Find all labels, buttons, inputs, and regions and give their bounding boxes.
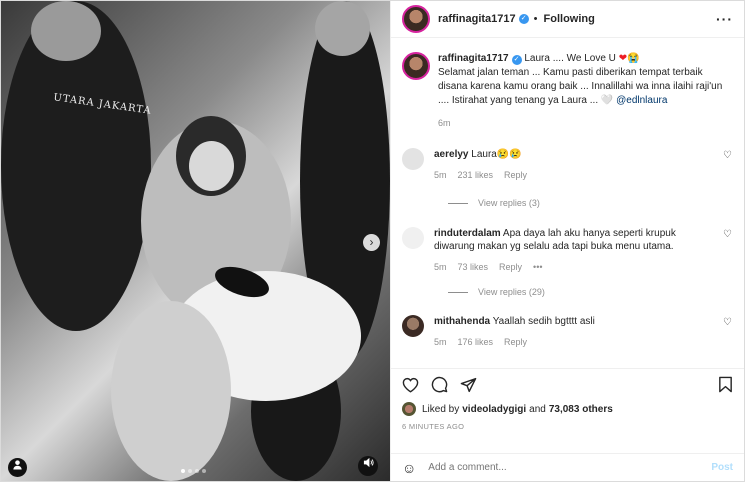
post-header: raffinagita1717 ✓ • Following ···: [391, 1, 744, 38]
caption-time: 6m: [438, 118, 451, 128]
author-username[interactable]: raffinagita1717: [438, 13, 516, 25]
carousel-dots: [181, 469, 206, 473]
person-left-face: [31, 1, 101, 61]
comment-time[interactable]: 5m: [434, 261, 447, 274]
comment-meta: 5m 176 likes Reply: [434, 336, 712, 349]
emoji-icon[interactable]: ☺: [402, 460, 416, 476]
person-icon: [13, 460, 22, 470]
comment-likes[interactable]: 73 likes: [458, 261, 489, 274]
liked-by: Liked by videoladygigi and 73,083 others: [402, 402, 733, 416]
post-caption: raffinagita1717 ✓ Laura .... We Love U ❤😭…: [391, 38, 744, 130]
caption-body: raffinagita1717 ✓ Laura .... We Love U ❤😭…: [438, 52, 733, 130]
comment-item: rinduterdalam Apa daya lah aku hanya sep…: [402, 227, 732, 274]
carousel-dot: [188, 469, 192, 473]
comment-avatar[interactable]: [402, 315, 424, 337]
comment-avatar[interactable]: [402, 227, 424, 249]
speaker-icon: [363, 457, 374, 468]
comment-text: Yaallah sedih bgtttt asli: [492, 316, 595, 327]
comment-avatar[interactable]: [402, 148, 424, 170]
more-options-icon[interactable]: •••: [533, 261, 542, 274]
comment-username[interactable]: aerelyy: [434, 149, 468, 160]
view-replies-button[interactable]: View replies (3): [448, 198, 540, 208]
separator-dot: •: [533, 13, 538, 25]
comment-input[interactable]: [428, 462, 712, 473]
heart-outline-icon[interactable]: ♡: [723, 317, 732, 328]
comment-likes[interactable]: 176 likes: [458, 336, 494, 349]
reply-button[interactable]: Reply: [504, 169, 527, 182]
liker-avatar[interactable]: [402, 402, 416, 416]
comment-likes[interactable]: 231 likes: [458, 169, 494, 182]
carousel-dot: [202, 469, 206, 473]
caption-title: Laura .... We Love U: [524, 53, 619, 64]
comment-main: aerelyy Laura😢😢 5m 231 likes Reply: [434, 148, 712, 182]
comment-text: Laura😢😢: [471, 149, 522, 160]
comment-icon[interactable]: [431, 376, 448, 393]
caption-text: Selamat jalan teman ... Kamu pasti diber…: [438, 67, 723, 106]
liked-by-and: and: [529, 403, 546, 415]
verified-icon: ✓: [511, 55, 522, 65]
person-center-face: [189, 141, 234, 191]
liked-by-user[interactable]: videoladygigi: [462, 404, 526, 415]
comment-main: rinduterdalam Apa daya lah aku hanya sep…: [434, 227, 712, 274]
reply-button[interactable]: Reply: [499, 261, 522, 274]
share-icon[interactable]: [460, 377, 477, 393]
chevron-right-icon[interactable]: ›: [363, 234, 380, 251]
add-comment-bar: ☺ Post: [391, 453, 744, 481]
comment-time[interactable]: 5m: [434, 169, 447, 182]
person-right-face: [315, 1, 370, 56]
comment-main: mithahenda Yaallah sedih bgtttt asli 5m …: [434, 315, 712, 349]
liked-by-prefix: Liked by: [422, 403, 460, 415]
comment-item: mithahenda Yaallah sedih bgtttt asli 5m …: [402, 315, 732, 349]
post-timestamp[interactable]: 6 MINUTES AGO: [402, 422, 733, 431]
comment-username[interactable]: mithahenda: [434, 316, 490, 327]
action-icons: [402, 376, 733, 393]
post-button[interactable]: Post: [711, 462, 733, 473]
view-replies-label: View replies (3): [478, 198, 540, 208]
comment-username[interactable]: rinduterdalam: [434, 228, 501, 239]
view-replies-button[interactable]: View replies (29): [448, 287, 545, 297]
following-button[interactable]: Following: [544, 13, 595, 25]
carousel-dot: [181, 469, 185, 473]
more-horizontal-icon[interactable]: ···: [716, 11, 733, 27]
carousel-dot: [195, 469, 199, 473]
comment-item: aerelyy Laura😢😢 5m 231 likes Reply ♡: [402, 148, 732, 182]
post-media[interactable]: UTARA JAKARTA ›: [1, 1, 390, 481]
bookmark-icon[interactable]: [718, 376, 733, 393]
post-sidebar: raffinagita1717 ✓ • Following ··· raffin…: [390, 1, 744, 481]
caption-avatar[interactable]: [402, 52, 430, 80]
comment-meta: 5m 73 likes Reply •••: [434, 261, 712, 274]
author-avatar[interactable]: [402, 5, 430, 33]
post-window: UTARA JAKARTA › raffinagita1717 ✓ • Foll…: [0, 0, 745, 482]
like-heart-icon[interactable]: [402, 377, 419, 393]
caption-emojis: ❤😭: [618, 53, 640, 64]
comment-meta: 5m 231 likes Reply: [434, 169, 712, 182]
sound-icon[interactable]: [358, 456, 378, 476]
foreground-hand: [111, 301, 231, 481]
heart-outline-icon[interactable]: ♡: [723, 150, 732, 161]
caption-username[interactable]: raffinagita1717: [438, 53, 509, 64]
liked-by-count[interactable]: 73,083 others: [549, 404, 613, 415]
divider: [448, 291, 468, 293]
verified-icon: ✓: [518, 14, 529, 24]
view-replies-label: View replies (29): [478, 287, 545, 297]
caption-mention[interactable]: @edlnlaura: [616, 95, 667, 106]
heart-outline-icon[interactable]: ♡: [723, 229, 732, 240]
divider: [448, 202, 468, 204]
post-actions: Liked by videoladygigi and 73,083 others…: [391, 368, 744, 431]
comment-time[interactable]: 5m: [434, 336, 447, 349]
user-tag-icon[interactable]: [8, 458, 27, 477]
reply-button[interactable]: Reply: [504, 336, 527, 349]
